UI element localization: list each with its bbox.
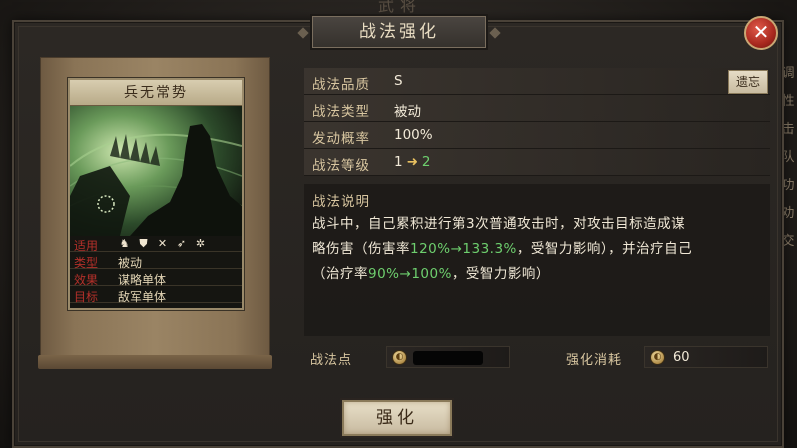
info-row-applicable: 适用 ♞ ⛊ ✕ ➶ ✲ bbox=[70, 236, 242, 253]
info-value: 被动 bbox=[118, 256, 143, 270]
unit-type-icons: ♞ ⛊ ✕ ➶ ✲ bbox=[118, 237, 207, 251]
shield-icon: ⛊ bbox=[139, 237, 148, 250]
detail-row-rate: 发动概率 100% bbox=[304, 122, 770, 149]
info-value: 谋略单体 bbox=[118, 273, 167, 287]
coin-icon: ◐ bbox=[392, 350, 407, 365]
close-button[interactable]: ✕ bbox=[744, 16, 778, 50]
quality-value: S bbox=[394, 73, 403, 89]
skill-description: 战法说明 战斗中，自己累积进行第3次普通攻击时，对攻击目标造成谋 略伤害（伤害率… bbox=[304, 184, 770, 336]
damage-rate-highlight: 120%→133.3% bbox=[410, 241, 517, 257]
skill-info-table: 适用 ♞ ⛊ ✕ ➶ ✲ 类型 被动 效果 谋略单体 目标 敌军单体 bbox=[70, 236, 242, 308]
close-icon: ✕ bbox=[752, 20, 770, 44]
scroll-rod bbox=[38, 355, 272, 369]
game-screen: 武将 调 性 击 队 功 劝 交 战法强化 ✕ 兵无常势 适用 ♞ ⛊ ✕ ➶ … bbox=[0, 0, 797, 448]
description-title: 战法说明 bbox=[312, 194, 370, 210]
cost-bar: ◐ 60 bbox=[644, 346, 768, 368]
description-line: 战斗中，自己累积进行第3次普通攻击时，对攻击目标造成谋 bbox=[312, 216, 686, 232]
spear-icon: ➶ bbox=[176, 237, 187, 250]
detail-key: 战法类型 bbox=[312, 104, 370, 120]
level-to: 2 bbox=[421, 154, 431, 170]
type-value: 被动 bbox=[394, 104, 421, 120]
description-line: 略伤害（伤害率120%→133.3%，受智力影响），并治疗自己 bbox=[312, 241, 693, 257]
level-value: 1 ➜ 2 bbox=[394, 154, 431, 170]
rate-value: 100% bbox=[394, 127, 433, 143]
skill-name: 兵无常势 bbox=[70, 80, 242, 106]
description-text: 战斗中，自己累积进行第3次普通攻击时，对攻击目标造成谋 略伤害（伤害率120%→… bbox=[312, 212, 762, 287]
strengthen-button[interactable]: 强化 bbox=[342, 400, 452, 436]
redacted-value bbox=[413, 351, 483, 365]
skill-artwork bbox=[70, 106, 242, 236]
skill-card: 兵无常势 适用 ♞ ⛊ ✕ ➶ ✲ 类型 被动 效果 谋略单体 目标 敌军单体 bbox=[68, 78, 244, 310]
cavalry-icon: ♞ bbox=[119, 237, 130, 250]
background-title: 武将 bbox=[377, 0, 422, 15]
detail-key: 发动概率 bbox=[312, 131, 370, 147]
detail-row-quality: 战法品质 S bbox=[304, 68, 770, 95]
info-value: 敌军单体 bbox=[118, 290, 167, 304]
info-row-target: 目标 敌军单体 bbox=[70, 287, 242, 304]
wheel-icon: ✲ bbox=[195, 237, 206, 250]
info-row-type: 类型 被动 bbox=[70, 253, 242, 270]
points-label: 战法点 bbox=[310, 353, 353, 368]
coin-icon: ◐ bbox=[650, 350, 665, 365]
level-from: 1 bbox=[394, 154, 403, 170]
forget-button[interactable]: 遗忘 bbox=[728, 70, 768, 94]
detail-key: 战法品质 bbox=[312, 77, 370, 93]
info-key: 效果 bbox=[74, 273, 99, 287]
dialog-title: 战法强化 bbox=[312, 16, 486, 48]
info-row-effect: 效果 谋略单体 bbox=[70, 270, 242, 287]
bow-icon: ✕ bbox=[157, 237, 168, 250]
arrow-right-icon: ➜ bbox=[406, 154, 418, 170]
cost-label: 强化消耗 bbox=[566, 353, 623, 368]
info-key: 适用 bbox=[74, 239, 99, 253]
skill-details: 战法品质 S 战法类型 被动 发动概率 100% 战法等级 1 ➜ 2 bbox=[304, 68, 770, 176]
info-key: 类型 bbox=[74, 256, 99, 270]
heal-rate-highlight: 90%→100% bbox=[368, 266, 452, 282]
info-key: 目标 bbox=[74, 290, 99, 304]
description-line: （治疗率90%→100%，受智力影响） bbox=[312, 266, 550, 282]
cost-value: 60 bbox=[673, 350, 690, 365]
footer-row: 战法点 ◐ 强化消耗 ◐ 60 bbox=[304, 346, 770, 370]
detail-row-type: 战法类型 被动 bbox=[304, 95, 770, 122]
detail-key: 战法等级 bbox=[312, 158, 370, 174]
detail-row-level: 战法等级 1 ➜ 2 bbox=[304, 149, 770, 176]
points-bar: ◐ bbox=[386, 346, 510, 368]
